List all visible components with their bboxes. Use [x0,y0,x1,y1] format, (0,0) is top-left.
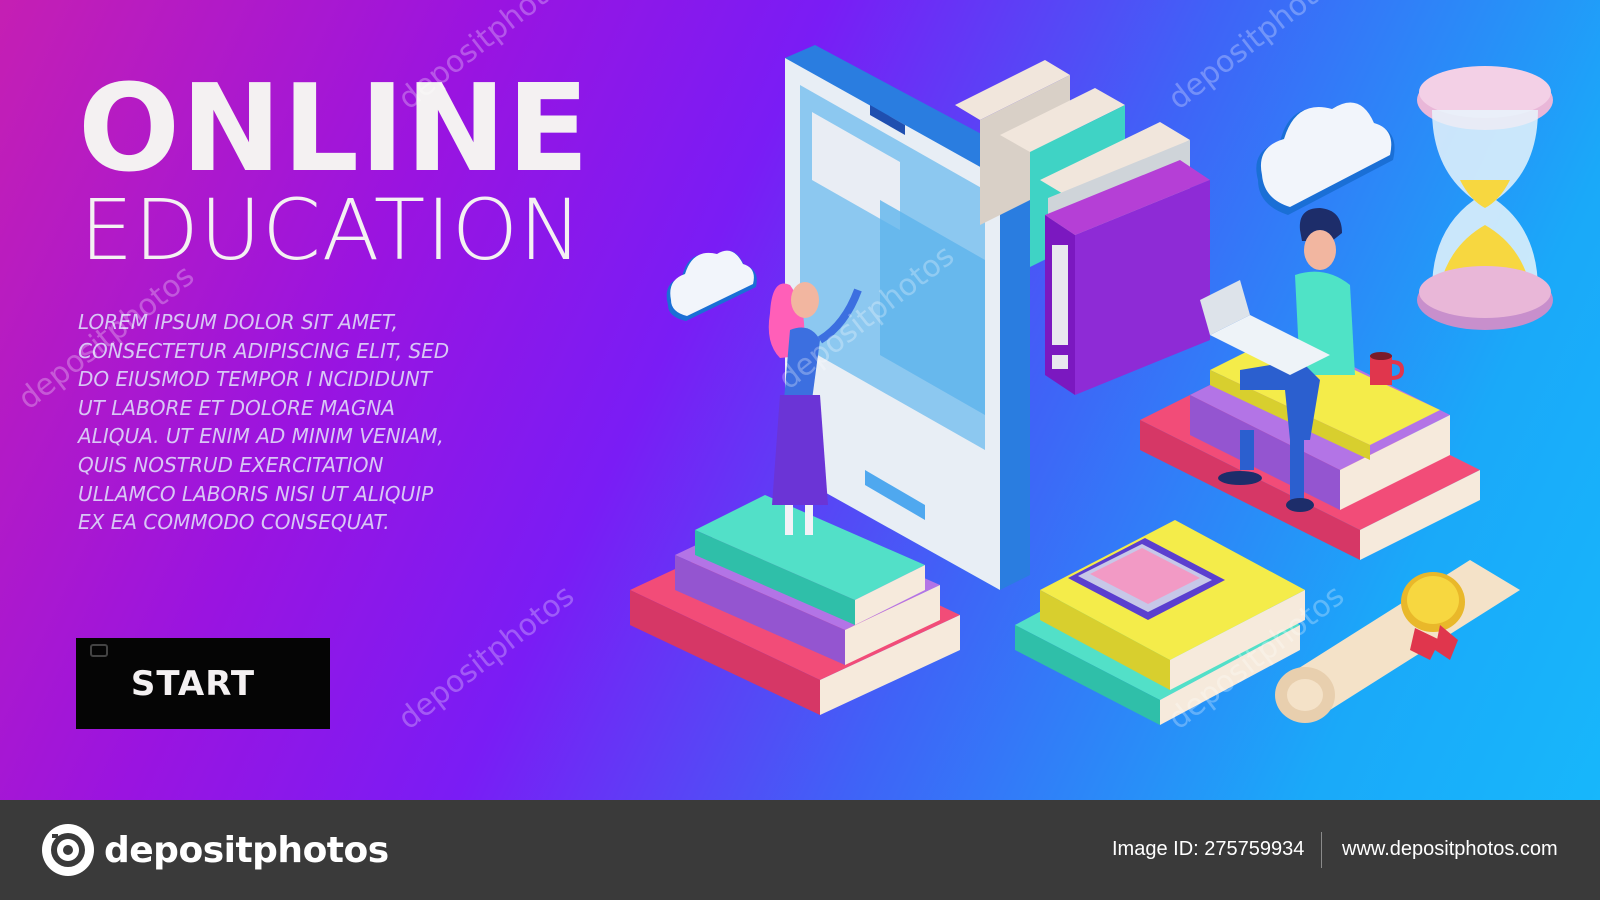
scroll-diploma-icon [1275,560,1520,723]
cloud-small-icon [666,250,757,321]
page-subtitle: EDUCATION [80,181,583,279]
camera-watermark-icon [90,644,108,657]
site-url-link[interactable]: www.depositphotos.com [1342,838,1558,861]
hero-banner: ONLINE EDUCATION LOREM IPSUM DOLOR SIT A… [0,0,1600,800]
footer-logo[interactable]: depositphotos [40,822,389,878]
coffee-mug-icon [1370,352,1405,385]
footer-divider [1321,832,1322,868]
image-id-label: Image ID: 275759934 [1112,838,1305,860]
cloud-icon [1256,102,1395,215]
footer-logo-text: depositphotos [104,829,389,871]
hourglass-icon [1417,66,1553,330]
start-button[interactable]: START [76,638,330,729]
hero-description: LOREM IPSUM DOLOR SIT AMET, CONSECTETUR … [78,310,450,535]
start-button-label: START [130,663,256,704]
page-title: ONLINE [78,60,590,199]
isometric-education-illustration [630,45,1553,725]
camera-logo-icon [42,824,94,876]
watermark: depositphotos [391,578,582,737]
